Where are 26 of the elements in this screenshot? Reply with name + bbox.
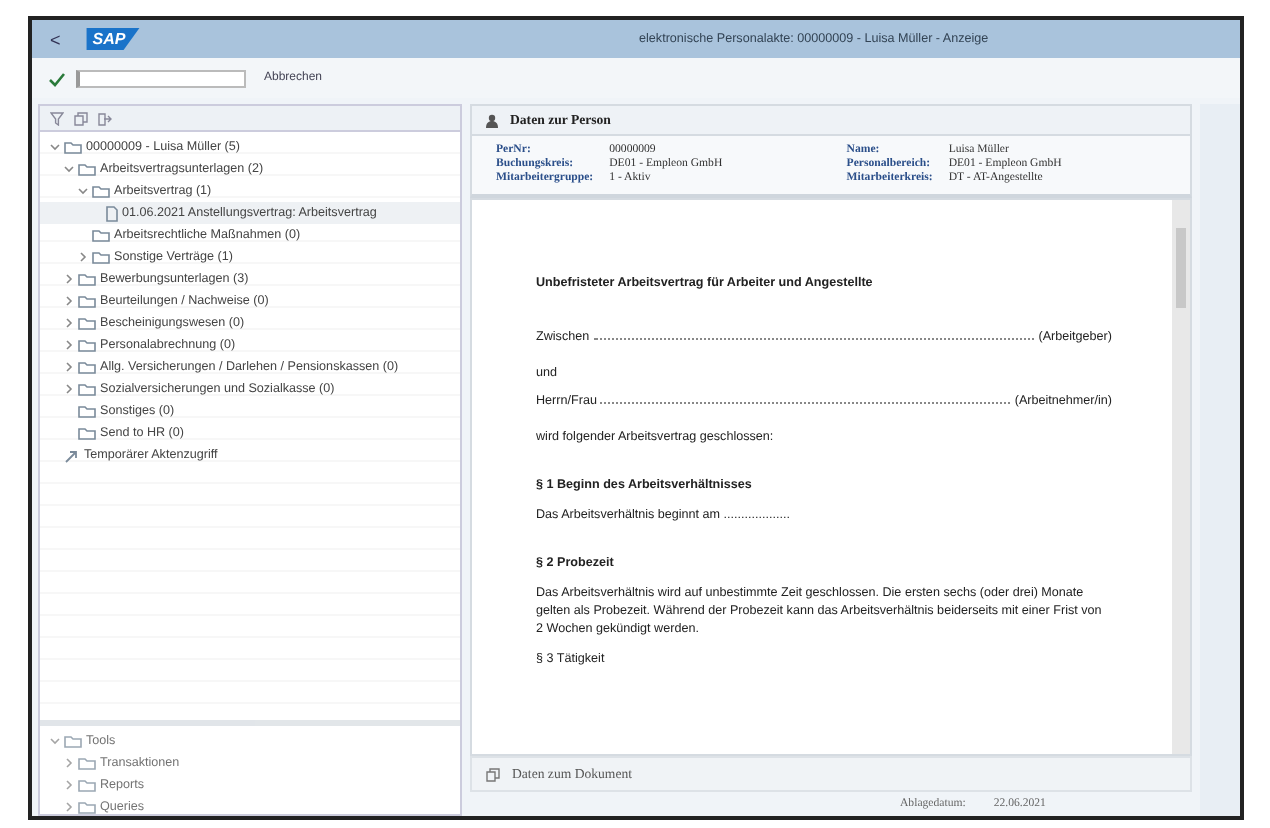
chevron-right-icon[interactable] [62, 272, 74, 286]
copy-icon[interactable] [74, 111, 88, 125]
chevron-right-icon[interactable] [62, 756, 74, 770]
chevron-down-icon[interactable] [48, 734, 60, 748]
chevron-down-icon[interactable] [62, 162, 74, 176]
command-field[interactable] [76, 69, 246, 87]
chevron-down-icon[interactable] [48, 140, 60, 154]
export-icon[interactable] [98, 111, 112, 125]
document-icon [106, 205, 118, 221]
back-button[interactable]: < [44, 29, 67, 49]
chevron-right-icon[interactable] [62, 778, 74, 792]
link-icon [64, 447, 80, 463]
filter-icon[interactable] [50, 111, 64, 125]
chevron-right-icon[interactable] [62, 800, 74, 814]
person-icon [486, 113, 498, 127]
chevron-right-icon[interactable] [76, 250, 88, 264]
chevron-right-icon[interactable] [62, 316, 74, 330]
chevron-right-icon[interactable] [62, 382, 74, 396]
checkmark-icon[interactable] [48, 69, 66, 87]
chevron-down-icon[interactable] [76, 184, 88, 198]
chevron-right-icon[interactable] [62, 360, 74, 374]
chevron-right-icon[interactable] [62, 338, 74, 352]
sap-logo: SAP [86, 28, 140, 50]
document-icon [486, 767, 500, 781]
scrollbar[interactable] [1172, 200, 1190, 754]
chevron-right-icon[interactable] [62, 294, 74, 308]
